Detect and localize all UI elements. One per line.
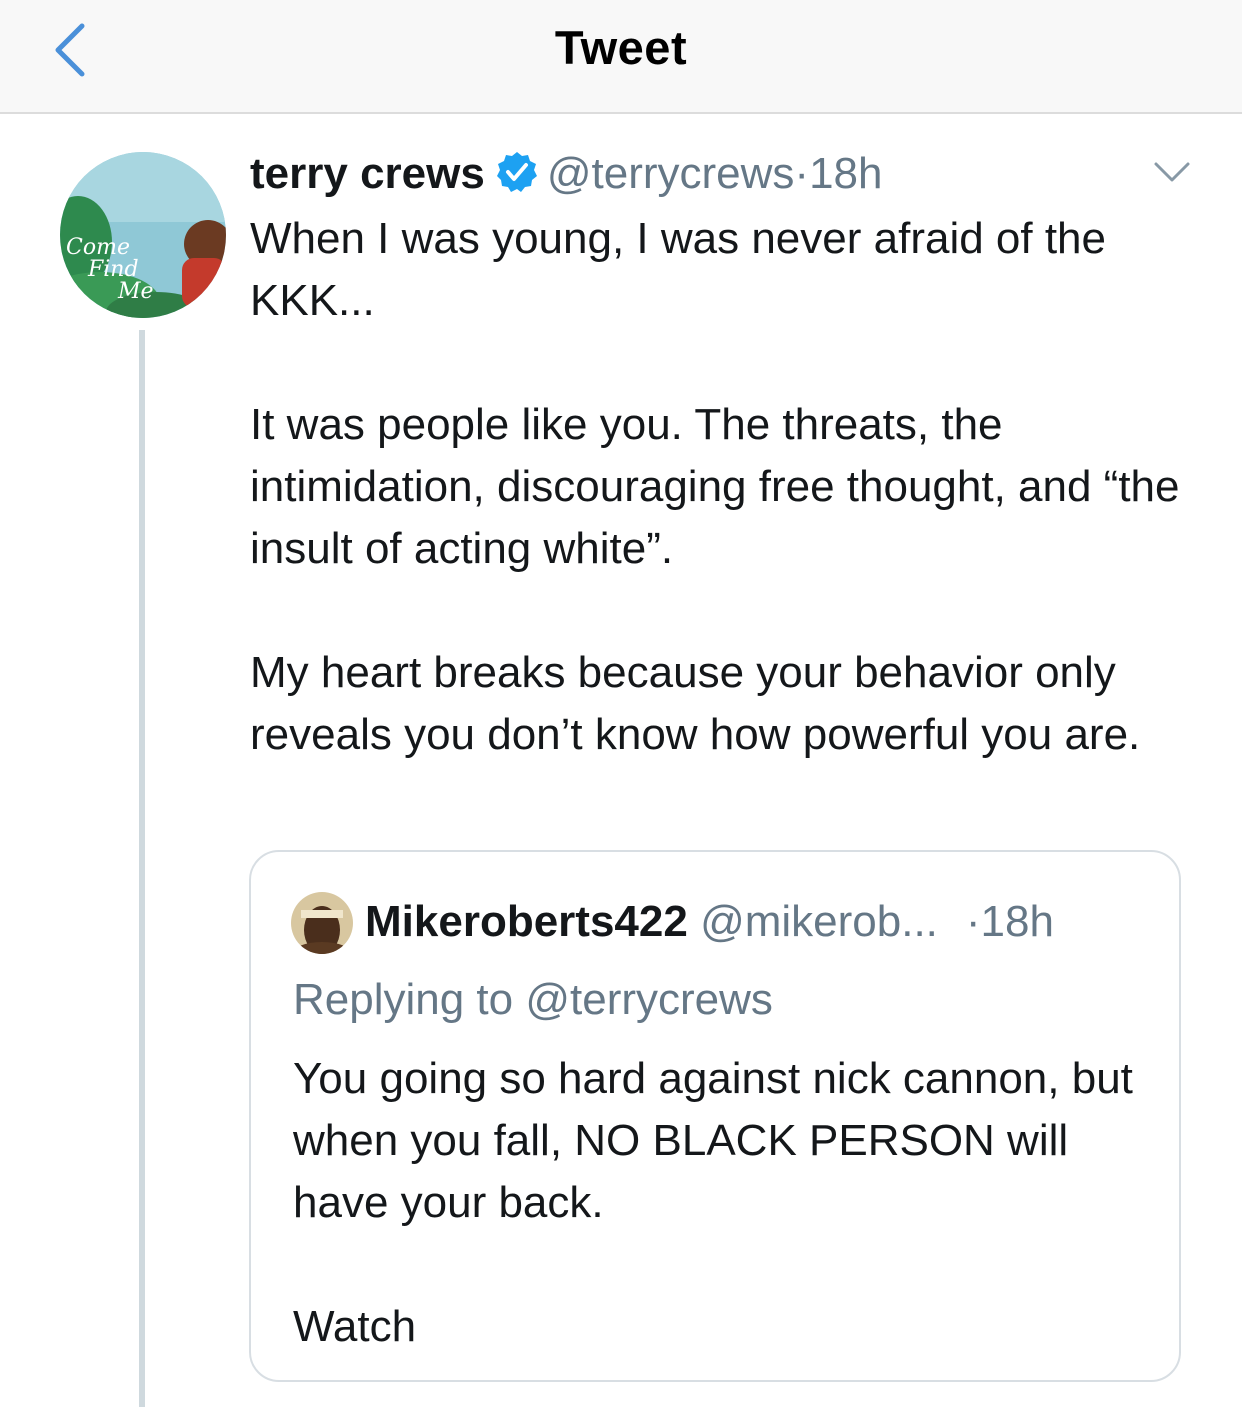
profile-picture-icon: Come Find Me — [60, 152, 226, 318]
quoted-avatar — [291, 892, 353, 954]
tweet-header: terry crews @terrycrews·18h — [250, 146, 882, 202]
quoted-display-name: Mikeroberts422 — [365, 897, 688, 946]
thread-line — [139, 330, 145, 1407]
chevron-down-icon — [1154, 162, 1190, 182]
tweet-menu-button[interactable] — [1150, 152, 1194, 192]
navigation-bar: Tweet — [0, 0, 1242, 114]
quoted-paragraph-1: You going so hard against nick cannon, b… — [293, 1054, 1133, 1227]
replying-to-label: Replying to @terrycrews — [293, 975, 773, 1024]
quoted-tweet-header: Mikeroberts422 @mikerob... ·18h — [365, 894, 1054, 950]
profile-picture-icon — [291, 892, 353, 954]
quoted-user-handle: @mikerob... — [700, 897, 938, 946]
quoted-tweet-card[interactable]: Mikeroberts422 @mikerob... ·18h Replying … — [249, 850, 1181, 1382]
tweet-paragraph-3: My heart breaks because your behavior on… — [250, 648, 1141, 759]
tweet-paragraph-2: It was people like you. The threats, the… — [250, 400, 1180, 573]
display-name[interactable]: terry crews — [250, 149, 485, 198]
page-title: Tweet — [554, 21, 688, 74]
user-handle[interactable]: @terrycrews — [547, 149, 795, 198]
tweet-body: When I was young, I was never afraid of … — [250, 208, 1190, 766]
quoted-tweet-body: You going so hard against nick cannon, b… — [293, 1048, 1163, 1358]
tweet-timestamp[interactable]: 18h — [809, 149, 882, 198]
avatar[interactable]: Come Find Me — [60, 152, 226, 318]
separator-dot: · — [794, 149, 810, 198]
tweet-paragraph-1: When I was young, I was never afraid of … — [250, 214, 1107, 325]
quoted-paragraph-2: Watch — [293, 1302, 417, 1351]
verified-badge-icon — [495, 150, 539, 194]
avatar-text-me: Me — [117, 279, 154, 304]
quoted-timestamp: ·18h — [965, 897, 1054, 946]
